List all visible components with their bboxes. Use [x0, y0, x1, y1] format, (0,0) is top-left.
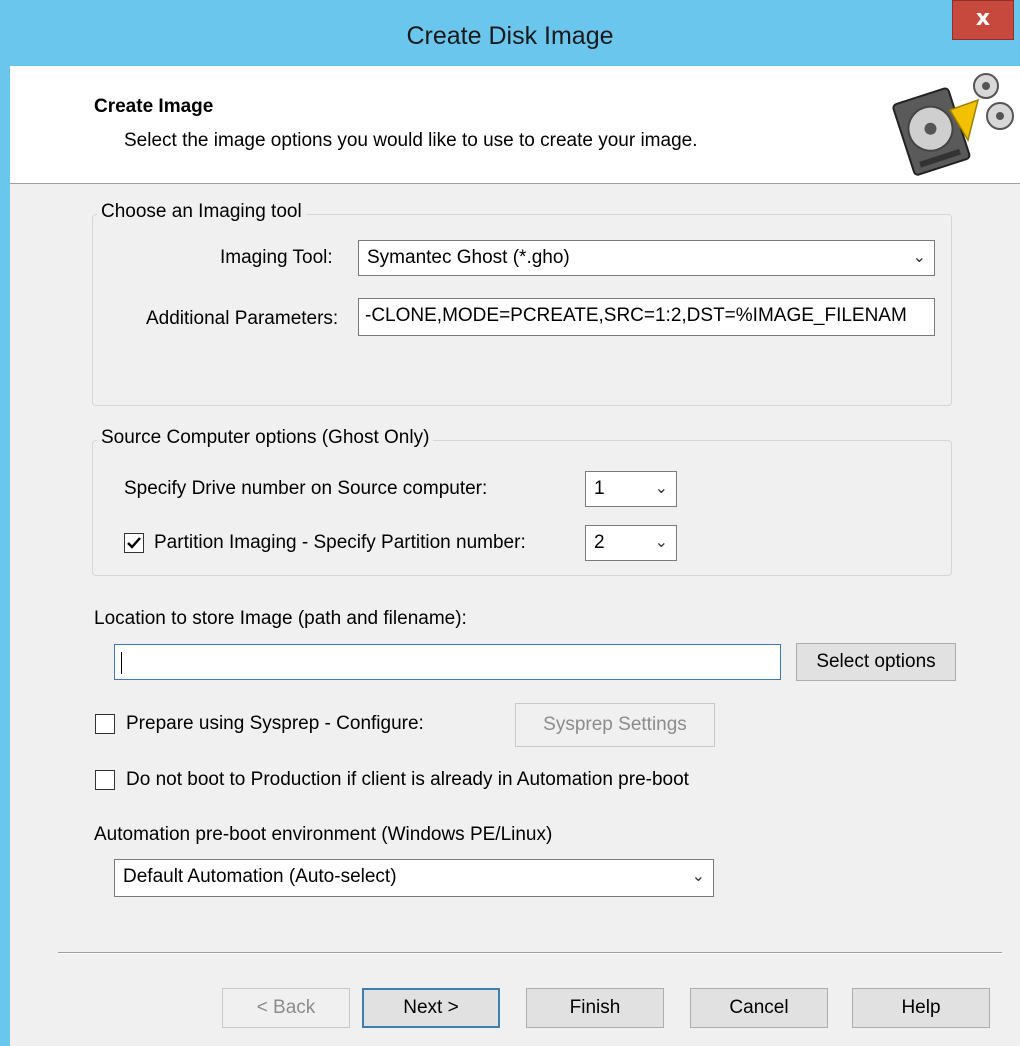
finish-button[interactable]: Finish: [526, 988, 664, 1028]
partition-number-select[interactable]: 2 ⌄: [585, 525, 677, 561]
partition-imaging-checkbox[interactable]: [124, 533, 144, 553]
dialog-body: Create Image Select the image options yo…: [10, 66, 1020, 1046]
partition-imaging-label[interactable]: Partition Imaging - Specify Partition nu…: [154, 532, 526, 554]
chevron-down-icon: ⌄: [912, 249, 926, 266]
sysprep-settings-button[interactable]: Sysprep Settings: [515, 703, 715, 747]
sysprep-checkbox[interactable]: [95, 714, 115, 734]
title-bar[interactable]: Create Disk Image x: [0, 0, 1020, 66]
back-button[interactable]: < Back: [222, 988, 350, 1028]
dialog-window: Create Disk Image x Create Image Select …: [0, 0, 1020, 1046]
preboot-value: Default Automation (Auto-select): [123, 866, 397, 887]
help-button[interactable]: Help: [852, 988, 990, 1028]
location-input[interactable]: [114, 644, 781, 680]
no-boot-label[interactable]: Do not boot to Production if client is a…: [126, 769, 689, 791]
drive-number-value: 1: [594, 478, 605, 499]
additional-parameters-input[interactable]: -CLONE,MODE=PCREATE,SRC=1:2,DST=%IMAGE_F…: [358, 298, 935, 336]
partition-number-value: 2: [594, 532, 605, 553]
header-title: Create Image: [94, 96, 214, 117]
additional-parameters-label: Additional Parameters:: [146, 308, 339, 329]
location-label: Location to store Image (path and filena…: [94, 608, 467, 629]
preboot-label: Automation pre-boot environment (Windows…: [94, 824, 553, 845]
imaging-tool-label: Imaging Tool:: [220, 247, 333, 268]
text-caret: [121, 652, 122, 674]
footer-separator: [58, 952, 1002, 954]
chevron-down-icon: ⌄: [654, 480, 668, 497]
preboot-select[interactable]: Default Automation (Auto-select) ⌄: [114, 859, 714, 897]
additional-parameters-value: -CLONE,MODE=PCREATE,SRC=1:2,DST=%IMAGE_F…: [365, 305, 907, 326]
drive-number-label: Specify Drive number on Source computer:: [124, 478, 488, 499]
imaging-tool-value: Symantec Ghost (*.gho): [367, 247, 570, 268]
chevron-down-icon: ⌄: [691, 868, 705, 885]
close-button[interactable]: x: [952, 0, 1014, 40]
select-options-button[interactable]: Select options: [796, 643, 956, 681]
disk-image-icon: [888, 70, 1018, 180]
wizard-header: Create Image Select the image options yo…: [10, 66, 1020, 184]
chevron-down-icon: ⌄: [654, 534, 668, 551]
no-boot-checkbox[interactable]: [95, 770, 115, 790]
source-computer-group: Source Computer options (Ghost Only): [92, 427, 952, 576]
drive-number-select[interactable]: 1 ⌄: [585, 471, 677, 507]
checkmark-icon: [127, 537, 141, 549]
next-button[interactable]: Next >: [362, 988, 500, 1028]
imaging-tool-select[interactable]: Symantec Ghost (*.gho) ⌄: [358, 240, 935, 276]
imaging-tool-group-label: Choose an Imaging tool: [97, 201, 306, 223]
sysprep-label[interactable]: Prepare using Sysprep - Configure:: [126, 713, 424, 735]
window-title: Create Disk Image: [406, 22, 614, 50]
header-subtitle: Select the image options you would like …: [124, 130, 698, 151]
source-computer-group-label: Source Computer options (Ghost Only): [97, 427, 434, 449]
cancel-button[interactable]: Cancel: [690, 988, 828, 1028]
